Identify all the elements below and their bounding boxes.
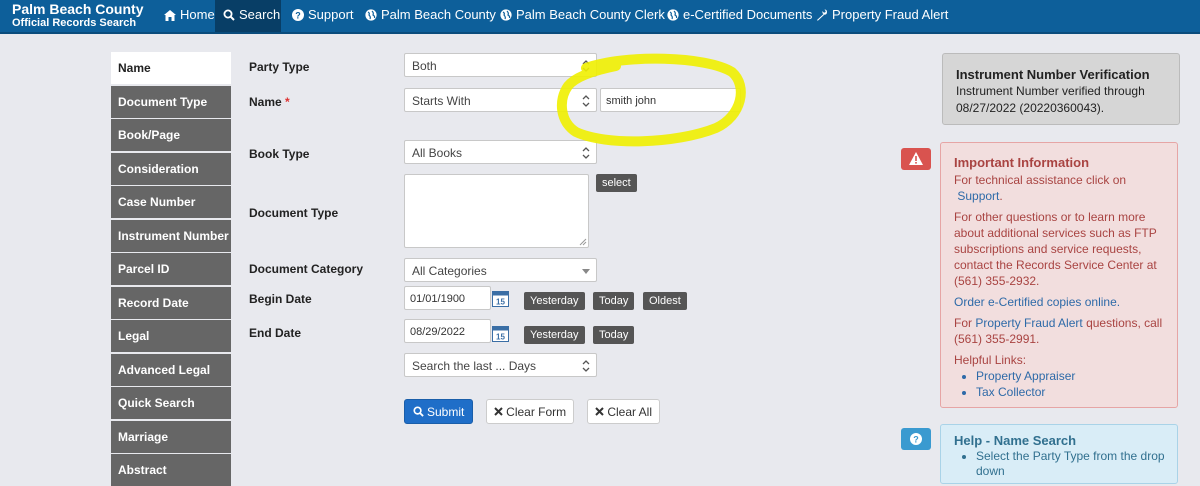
begin-today-button[interactable]: Today [593,292,635,310]
support-link[interactable]: Support [957,189,999,203]
order-ecertified-link[interactable]: Order e-Certified copies online. [954,294,1177,310]
name-match-select[interactable]: Starts With [404,88,597,112]
party-type-select[interactable]: Both [404,53,597,77]
help-name-search-panel: Help - Name Search Select the Party Type… [940,424,1178,484]
globe-icon [365,9,377,21]
end-date-label: End Date [249,326,302,340]
help-title: Help - Name Search [954,433,1077,448]
wrench-icon [817,9,827,21]
svg-text:?: ? [295,11,301,21]
chevron-down-icon [582,360,590,372]
nav-home[interactable]: Home [156,0,223,32]
tax-collector-link[interactable]: Tax Collector [976,384,1177,400]
sidebar-item-parcel-id[interactable]: Parcel ID [111,253,231,285]
info-title: Important Information [954,155,1090,170]
calendar-icon[interactable]: 15 [492,290,509,307]
chevron-down-icon [582,95,590,107]
globe-icon [500,9,512,21]
help-item: Select the Party Type from the drop down [976,449,1177,479]
info-support-text: For technical assistance click on Suppor… [954,173,1127,203]
question-icon: ? [292,9,304,21]
submit-button[interactable]: Submit [404,399,473,424]
begin-date-label: Begin Date [249,292,312,306]
brand-title: Palm Beach County [12,1,144,17]
search-last-days-select[interactable]: Search the last ... Days [404,353,597,377]
sidebar-item-name[interactable]: Name [111,52,231,84]
home-icon [164,10,176,21]
calendar-day: 15 [496,333,505,342]
globe-icon [667,9,679,21]
search-icon [413,406,424,417]
calendar-day: 15 [496,298,505,307]
question-icon: ? [910,433,922,445]
property-appraiser-link[interactable]: Property Appraiser [976,368,1177,384]
sidebar-item-consideration[interactable]: Consideration [111,153,231,185]
nav-palm-beach-county[interactable]: Palm Beach County [357,0,504,32]
helpful-links-list: Property Appraiser Tax Collector [954,368,1177,400]
document-type-label: Document Type [249,206,339,220]
document-type-select-button[interactable]: select [596,174,637,192]
resize-grip-icon[interactable] [579,238,587,246]
nav-property-fraud-alert[interactable]: Property Fraud Alert [808,0,956,32]
svg-text:?: ? [913,435,919,445]
sidebar-item-advanced-legal[interactable]: Advanced Legal [111,354,231,386]
end-today-button[interactable]: Today [593,326,635,344]
info-services-text: For other questions or to learn more abo… [954,210,1157,288]
name-input[interactable]: smith john [600,88,741,112]
calendar-icon[interactable]: 15 [492,325,509,342]
verification-line1: Instrument Number verified through [956,84,1145,98]
sidebar-item-instrument-number[interactable]: Instrument Number [111,220,231,252]
info-fraud-text: For Property Fraud Alert questions, call… [954,316,1163,346]
document-category-label: Document Category [249,262,364,276]
sidebar-item-legal[interactable]: Legal [111,320,231,352]
close-icon [595,407,604,416]
nav-e-certified-documents[interactable]: e-Certified Documents [659,0,820,32]
sidebar-item-book-page[interactable]: Book/Page [111,119,231,151]
brand-logo[interactable]: Palm Beach County Official Records Searc… [12,1,144,30]
verification-line2: 08/27/2022 (20220360043). [956,101,1105,115]
sidebar-item-case-number[interactable]: Case Number [111,186,231,218]
help-badge: ? [901,428,931,450]
chevron-down-icon [582,147,590,159]
nav-palm-beach-county-clerk[interactable]: Palm Beach County Clerk [492,0,673,32]
nav-search[interactable]: Search [215,0,281,32]
required-marker: * [285,95,290,109]
end-yesterday-button[interactable]: Yesterday [524,326,585,344]
book-type-select[interactable]: All Books [404,140,597,164]
sidebar-item-abstract[interactable]: Abstract [111,454,231,486]
name-label: Name * [249,95,290,109]
sidebar-item-marriage[interactable]: Marriage [111,421,231,453]
warning-icon [909,152,923,165]
sidebar-item-document-type[interactable]: Document Type [111,86,231,118]
help-list: Select the Party Type from the drop down [954,449,1177,479]
verification-title: Instrument Number Verification [956,67,1150,82]
document-category-select[interactable]: All Categories [404,258,597,282]
important-information-panel: Important Information For technical assi… [940,142,1178,408]
chevron-down-icon [582,60,590,72]
nav-support[interactable]: ? Support [284,0,362,32]
document-type-textarea[interactable] [404,174,589,248]
property-fraud-alert-link[interactable]: Property Fraud Alert [975,316,1082,330]
clear-form-button[interactable]: Clear Form [486,399,574,424]
sidebar-item-quick-search[interactable]: Quick Search [111,387,231,419]
instrument-verification-panel: Instrument Number Verification Instrumen… [942,53,1180,125]
warning-badge [901,148,931,170]
helpful-links-label: Helpful Links: [954,353,1027,367]
caret-down-icon [582,269,590,274]
close-icon [494,407,503,416]
top-navbar: Palm Beach County Official Records Searc… [0,0,1200,34]
sidebar-item-record-date[interactable]: Record Date [111,287,231,319]
begin-oldest-button[interactable]: Oldest [643,292,687,310]
begin-yesterday-button[interactable]: Yesterday [524,292,585,310]
search-icon [223,9,235,21]
book-type-label: Book Type [249,147,310,161]
end-date-input[interactable]: 08/29/2022 [404,319,491,343]
party-type-label: Party Type [249,60,310,74]
clear-all-button[interactable]: Clear All [587,399,660,424]
brand-subtitle: Official Records Search [12,17,137,30]
begin-date-input[interactable]: 01/01/1900 [404,286,491,310]
